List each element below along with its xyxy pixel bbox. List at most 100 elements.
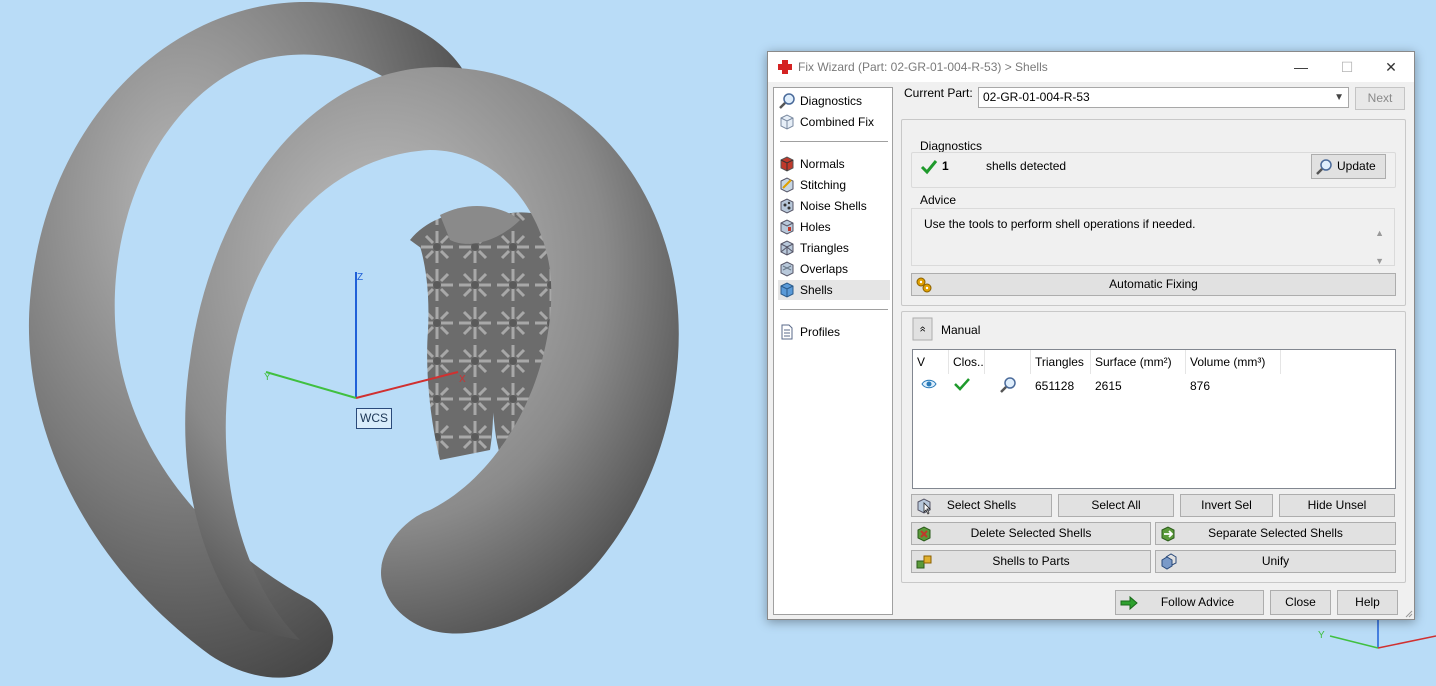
nav-item-profiles[interactable]: Profiles bbox=[778, 322, 890, 342]
nav-item-noise-shells[interactable]: Noise Shells bbox=[778, 196, 890, 216]
holes-icon bbox=[780, 219, 794, 235]
cell-surface: 2615 bbox=[1095, 379, 1122, 393]
document-icon bbox=[781, 324, 793, 340]
close-label: Close bbox=[1285, 595, 1316, 609]
triangles-icon bbox=[780, 240, 794, 256]
gears-icon bbox=[916, 277, 932, 293]
column-header-surface[interactable]: Surface (mm²) bbox=[1091, 350, 1186, 374]
advice-scrollbar[interactable]: ▲ ▼ bbox=[1375, 219, 1384, 275]
invert-sel-label: Invert Sel bbox=[1201, 498, 1252, 512]
minimize-button[interactable]: — bbox=[1278, 52, 1324, 82]
help-button[interactable]: Help bbox=[1337, 590, 1398, 615]
axis-x-label: X bbox=[459, 374, 466, 385]
nav-label: Noise Shells bbox=[800, 199, 867, 213]
magnifier-icon bbox=[779, 93, 795, 109]
advice-box: Use the tools to perform shell operation… bbox=[911, 208, 1395, 266]
invert-selection-button[interactable]: Invert Sel bbox=[1180, 494, 1273, 517]
hide-unselected-button[interactable]: Hide Unsel bbox=[1279, 494, 1395, 517]
fix-wizard-dialog: Fix Wizard (Part: 02-GR-01-004-R-53) > S… bbox=[767, 51, 1415, 620]
table-row[interactable]: 651128 2615 876 bbox=[913, 374, 1395, 396]
red-cross-icon bbox=[778, 60, 792, 74]
resize-grip-icon[interactable] bbox=[1403, 608, 1413, 618]
nav-item-stitching[interactable]: Stitching bbox=[778, 175, 890, 195]
magnifier-icon bbox=[1316, 159, 1332, 175]
delete-shells-icon bbox=[917, 526, 931, 542]
shells-to-parts-button[interactable]: Shells to Parts bbox=[911, 550, 1151, 573]
title-bar[interactable]: Fix Wizard (Part: 02-GR-01-004-R-53) > S… bbox=[768, 52, 1414, 82]
close-window-button[interactable]: ✕ bbox=[1368, 52, 1414, 82]
shells-to-parts-label: Shells to Parts bbox=[992, 554, 1070, 568]
nav-divider bbox=[780, 141, 888, 142]
overlaps-icon bbox=[780, 261, 794, 277]
update-button[interactable]: Update bbox=[1311, 154, 1386, 179]
follow-advice-label: Follow Advice bbox=[1160, 595, 1235, 609]
unify-button[interactable]: Unify bbox=[1155, 550, 1396, 573]
nav-item-normals[interactable]: Normals bbox=[778, 154, 890, 174]
nav-label: Holes bbox=[800, 220, 831, 234]
nav-label: Normals bbox=[800, 157, 845, 171]
nav-divider bbox=[780, 309, 888, 310]
current-part-select[interactable]: 02-GR-01-004-R-53 ▼ bbox=[978, 87, 1349, 108]
nav-label: Triangles bbox=[800, 241, 849, 255]
separate-selected-shells-button[interactable]: Separate Selected Shells bbox=[1155, 522, 1396, 545]
nav-label: Stitching bbox=[800, 178, 847, 192]
advice-group-label: Advice bbox=[920, 193, 957, 207]
automatic-fixing-button[interactable]: Automatic Fixing bbox=[911, 273, 1396, 296]
hide-unsel-label: Hide Unsel bbox=[1307, 498, 1367, 512]
close-button[interactable]: Close bbox=[1270, 590, 1331, 615]
column-header-action[interactable] bbox=[985, 350, 1031, 374]
nav-label: Shells bbox=[800, 283, 833, 297]
wcs-label: WCS bbox=[356, 408, 392, 429]
checkmark-icon bbox=[954, 378, 970, 391]
axis-z-label: Z bbox=[357, 272, 363, 283]
chevron-down-icon: ▼ bbox=[1334, 92, 1344, 103]
separate-selected-shells-label: Separate Selected Shells bbox=[1208, 526, 1343, 540]
advice-text: Use the tools to perform shell operation… bbox=[924, 217, 1196, 231]
cell-volume: 876 bbox=[1190, 379, 1211, 393]
noise-shells-icon bbox=[780, 198, 794, 214]
delete-selected-shells-button[interactable]: Delete Selected Shells bbox=[911, 522, 1151, 545]
nav-label: Diagnostics bbox=[800, 94, 863, 108]
separate-shells-icon bbox=[1161, 526, 1175, 542]
normals-icon bbox=[780, 156, 794, 172]
unify-label: Unify bbox=[1261, 554, 1290, 568]
column-header-v[interactable]: V bbox=[913, 350, 949, 374]
unify-icon bbox=[1161, 553, 1177, 570]
arrow-right-icon bbox=[1120, 595, 1138, 611]
select-all-label: Select All bbox=[1091, 498, 1141, 512]
column-header-volume[interactable]: Volume (mm³) bbox=[1186, 350, 1281, 374]
cell-triangles: 651128 bbox=[1035, 379, 1075, 393]
update-label: Update bbox=[1337, 159, 1376, 173]
column-header-closed[interactable]: Clos... bbox=[949, 350, 985, 374]
select-all-button[interactable]: Select All bbox=[1058, 494, 1174, 517]
current-part-value: 02-GR-01-004-R-53 bbox=[983, 90, 1090, 104]
automatic-fixing-label: Automatic Fixing bbox=[1109, 277, 1198, 291]
eye-icon[interactable] bbox=[921, 378, 937, 390]
window-title: Fix Wizard (Part: 02-GR-01-004-R-53) > S… bbox=[798, 60, 1048, 74]
select-shells-icon bbox=[917, 498, 931, 515]
shells-table: V Clos... Triangles Surface (mm²) Volume… bbox=[912, 349, 1396, 489]
current-part-label: Current Part: bbox=[904, 86, 973, 100]
nav-item-combined-fix[interactable]: Combined Fix bbox=[778, 112, 890, 132]
shells-icon bbox=[780, 282, 794, 298]
nav-item-holes[interactable]: Holes bbox=[778, 217, 890, 237]
nav-item-overlaps[interactable]: Overlaps bbox=[778, 259, 890, 279]
nav-label: Combined Fix bbox=[800, 115, 875, 129]
delete-selected-shells-label: Delete Selected Shells bbox=[970, 526, 1092, 540]
collapse-manual-button[interactable]: « bbox=[912, 317, 933, 341]
nav-label: Overlaps bbox=[800, 262, 849, 276]
maximize-button: ☐ bbox=[1340, 59, 1354, 75]
column-header-triangles[interactable]: Triangles bbox=[1031, 350, 1091, 374]
select-shells-button[interactable]: Select Shells bbox=[911, 494, 1052, 517]
shells-to-parts-icon bbox=[916, 555, 932, 569]
nav-item-triangles[interactable]: Triangles bbox=[778, 238, 890, 258]
nav-item-shells[interactable]: Shells bbox=[778, 280, 890, 300]
nav-label: Profiles bbox=[800, 325, 841, 339]
shell-count: 1 bbox=[942, 159, 949, 173]
magnifier-icon[interactable] bbox=[999, 376, 1017, 394]
follow-advice-button[interactable]: Follow Advice bbox=[1115, 590, 1264, 615]
shells-detected-text: shells detected bbox=[986, 159, 1067, 173]
help-label: Help bbox=[1355, 595, 1380, 609]
diagnostics-group-label: Diagnostics bbox=[920, 139, 983, 153]
nav-item-diagnostics[interactable]: Diagnostics bbox=[778, 91, 890, 111]
